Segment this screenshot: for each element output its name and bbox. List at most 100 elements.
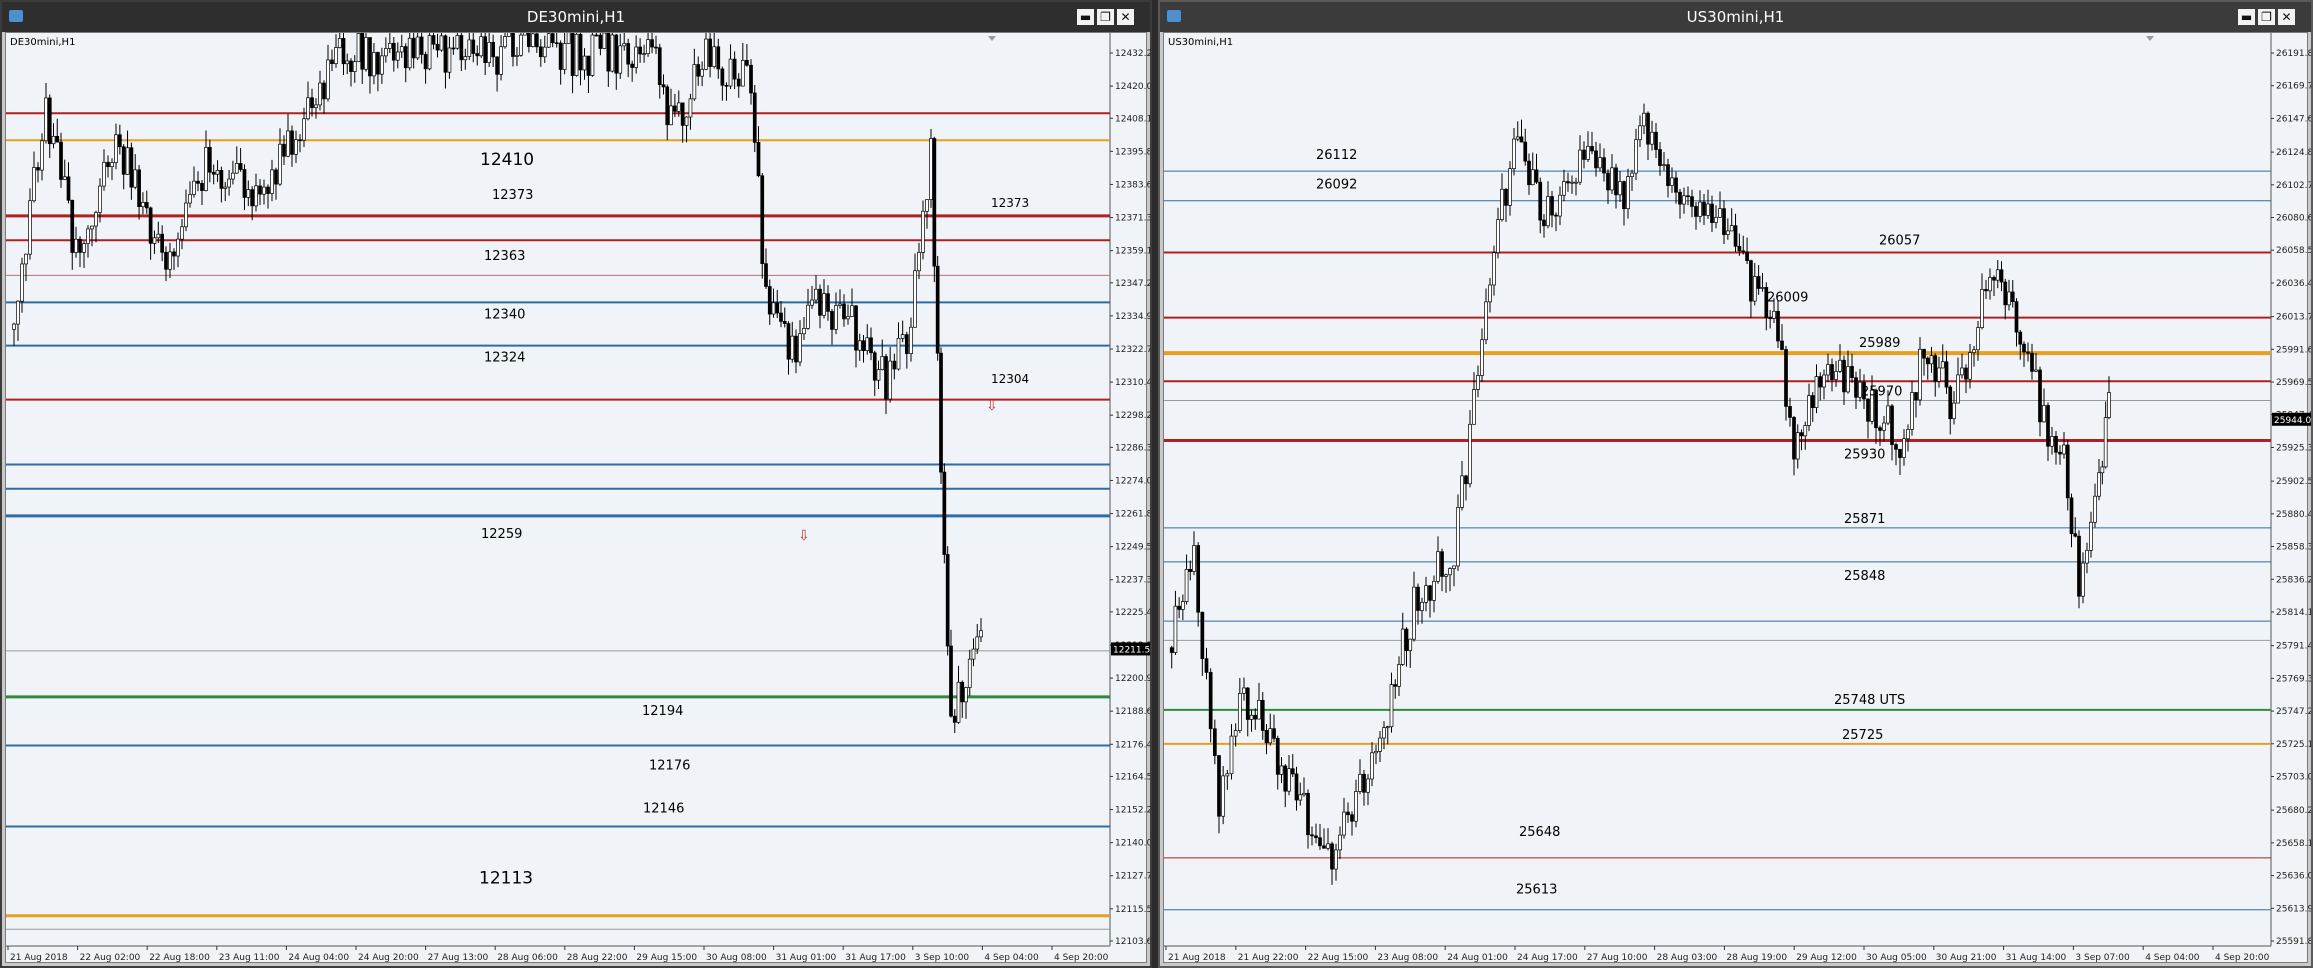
candle-body [242,169,247,198]
chart-shift-marker[interactable] [988,36,996,41]
candle-body [1710,203,1714,223]
candle-body [756,142,761,177]
level-label: 25930 [1844,447,1885,462]
candle-body [892,360,897,370]
candle-body [728,58,733,87]
candle-body [1972,349,1976,353]
candle-body [1519,136,1524,143]
candle-body [634,46,638,68]
candle-body [1807,395,1811,426]
title-bar[interactable]: DE30mini,H1 ▬ ❐ ✕ [2,2,1150,32]
time-tick-label: 29 Aug 15:00 [636,953,697,963]
candle-body [1420,601,1424,611]
price-tick-label: 26036.45 [2276,279,2311,289]
candle-body [720,68,725,86]
candle-body [740,59,745,87]
candle-body [1830,364,1834,380]
candle-body [1354,791,1358,822]
minimize-button[interactable]: ▬ [2238,9,2255,25]
candle-body [20,263,24,302]
candle-body [200,183,204,191]
candle-body [125,147,130,175]
chart-shift-marker[interactable] [2146,36,2154,41]
candle-body [1382,727,1386,739]
candle-body [360,33,365,70]
time-tick-label: 24 Aug 17:00 [1517,953,1578,963]
candle-body [1662,164,1666,167]
candle-body [1586,146,1590,160]
candle-body [1432,580,1436,601]
minimize-button[interactable]: ▬ [1077,9,1094,25]
price-chart[interactable]: 12432.29 12420.04 12408.14 12395.89 12383.64… [5,32,1150,963]
candle-body [1500,188,1504,221]
time-tick-label: 3 Sep 10:00 [915,953,970,963]
candle-body [82,243,86,253]
candle-body [1302,792,1306,796]
chart-window-us30[interactable]: US30mini,H1 ▬ ❐ ✕ 26191.80 26169.70 26147.… [1158,0,2313,968]
title-bar[interactable]: US30mini,H1 ▬ ❐ ✕ [1160,2,2311,32]
candle-body [1898,448,1902,458]
candle-body [215,169,220,175]
candle-body [1534,169,1539,183]
time-tick-label: 4 Sep 04:00 [984,953,1039,963]
candlestick-chart[interactable]: 12432.29 12420.04 12408.14 12395.89 12383.64… [6,33,1150,968]
price-chart[interactable]: 26191.80 26169.70 26147.60 26124.85 26102.75… [1163,32,2311,963]
candle-body [1634,139,1638,174]
candle-body [952,715,957,723]
candle-body [160,233,165,253]
candle-body [1208,672,1213,730]
price-tick-label: 12188.69 [1115,707,1150,717]
candle-body [2046,405,2050,447]
candle-body [278,143,282,185]
candle-body [527,33,531,47]
candle-body [964,687,968,703]
time-tick-label: 24 Aug 20:00 [358,953,419,963]
candle-body [614,34,619,74]
candle-body [44,97,48,142]
level-label: 25989 [1859,336,1900,351]
candle-body [511,33,515,57]
candle-body [1272,728,1276,739]
candle-body [2030,352,2034,372]
close-button[interactable]: ✕ [1117,9,1134,25]
price-tick-label: 26102.75 [2276,181,2311,191]
candle-body [1370,752,1374,780]
maximize-button[interactable]: ❐ [1097,9,1114,25]
candle-body [207,147,212,173]
candle-body [231,172,235,180]
candlestick-chart[interactable]: 26191.80 26169.70 26147.60 26124.85 26102.75… [1164,33,2311,968]
candle-body [1850,366,1854,379]
candle-body [2034,369,2038,372]
price-tick-label: 26080.65 [2276,214,2311,224]
candle-body [515,54,519,57]
candle-body [2014,301,2019,333]
candle-body [1622,181,1626,210]
candle-body [1496,219,1500,253]
candle-body [62,176,67,180]
candle-body [443,35,448,73]
candle-body [1714,216,1718,223]
candle-body [975,636,980,650]
candle-body [491,41,495,58]
candle-body [310,97,314,109]
candle-body [1512,138,1516,169]
price-tick-label: 25969.50 [2276,378,2311,388]
maximize-button[interactable]: ❐ [2258,9,2275,25]
candle-body [806,304,810,329]
candle-body [368,37,372,77]
close-button[interactable]: ✕ [2278,9,2295,25]
candle-body [692,64,697,100]
candle-body [380,55,384,75]
down-arrow-icon: ⇩ [986,398,998,414]
chart-window-de30[interactable]: DE30mini,H1 ▬ ❐ ✕ 12432.29 12420.04 12408.… [0,0,1152,968]
candle-body [1799,432,1804,437]
candle-body [102,161,106,187]
candle-body [979,630,983,638]
candle-body [794,335,798,363]
candle-body [736,78,741,87]
candle-body [876,369,881,381]
time-tick-label: 21 Aug 22:00 [1238,953,1299,963]
candle-body [1674,177,1678,193]
candle-body [1718,208,1722,218]
time-tick-label: 31 Aug 17:00 [845,953,906,963]
